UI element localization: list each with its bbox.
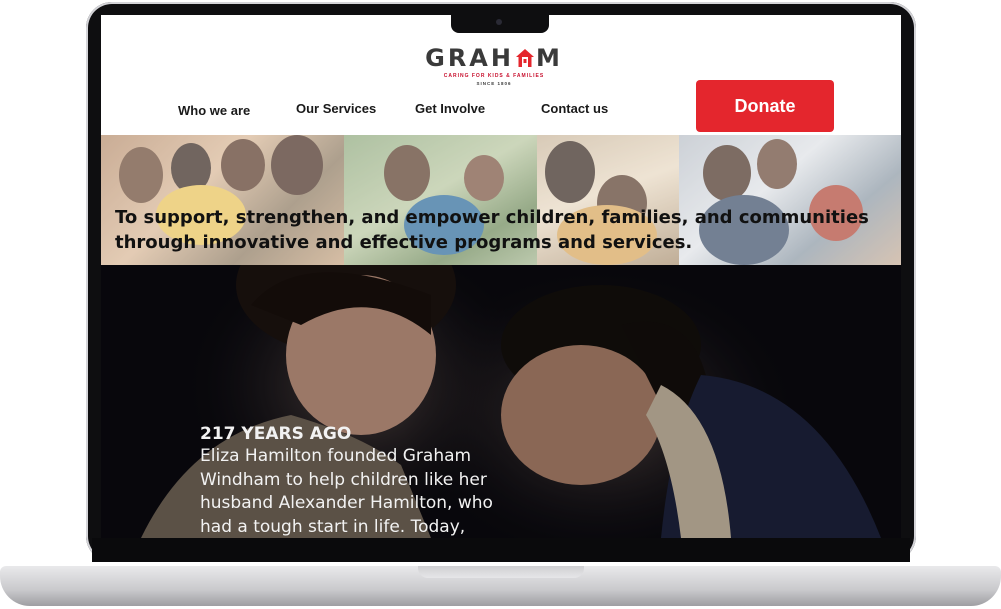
nav-our-services[interactable]: Our Services: [296, 101, 376, 116]
nav-who-we-are[interactable]: Who we are: [178, 103, 250, 118]
donate-button[interactable]: Donate: [696, 80, 834, 132]
browser-viewport: GRAH M CARING FOR KIDS & FAMILIES SINCE 1…: [101, 15, 901, 538]
logo-tagline: CARING FOR KIDS & FAMILIES: [443, 73, 545, 79]
hero-banner: To support, strengthen, and empower chil…: [101, 135, 901, 265]
site-header: GRAH M CARING FOR KIDS & FAMILIES SINCE 1…: [101, 15, 901, 135]
mission-line-2: through innovative and effective program…: [115, 232, 693, 253]
history-feature: 217 YEARS AGO Eliza Hamilton founded Gra…: [101, 265, 901, 538]
logo-text-right: M: [535, 44, 563, 72]
mission-statement: To support, strengthen, and empower chil…: [115, 205, 901, 255]
mission-line-1: To support, strengthen, and empower chil…: [115, 207, 869, 228]
nav-contact-us[interactable]: Contact us: [541, 101, 608, 116]
house-icon: [515, 47, 535, 67]
story-body: Eliza Hamilton founded Graham Windham to…: [200, 446, 493, 537]
graham-logo[interactable]: GRAH M CARING FOR KIDS & FAMILIES SINCE 1…: [419, 45, 569, 86]
laptop-open-notch: [418, 566, 584, 578]
screen-bezel-bottom: [92, 538, 910, 562]
logo-text-left: GRAH: [425, 44, 514, 72]
logo-wordmark: GRAH M: [419, 45, 569, 71]
history-story: 217 YEARS AGO Eliza Hamilton founded Gra…: [200, 423, 520, 538]
camera-notch: [451, 13, 549, 33]
nav-get-involve[interactable]: Get Involve: [415, 101, 485, 116]
logo-since: SINCE 1806: [476, 81, 512, 86]
camera-icon: [496, 19, 502, 25]
story-title: 217 YEARS AGO: [200, 424, 352, 444]
